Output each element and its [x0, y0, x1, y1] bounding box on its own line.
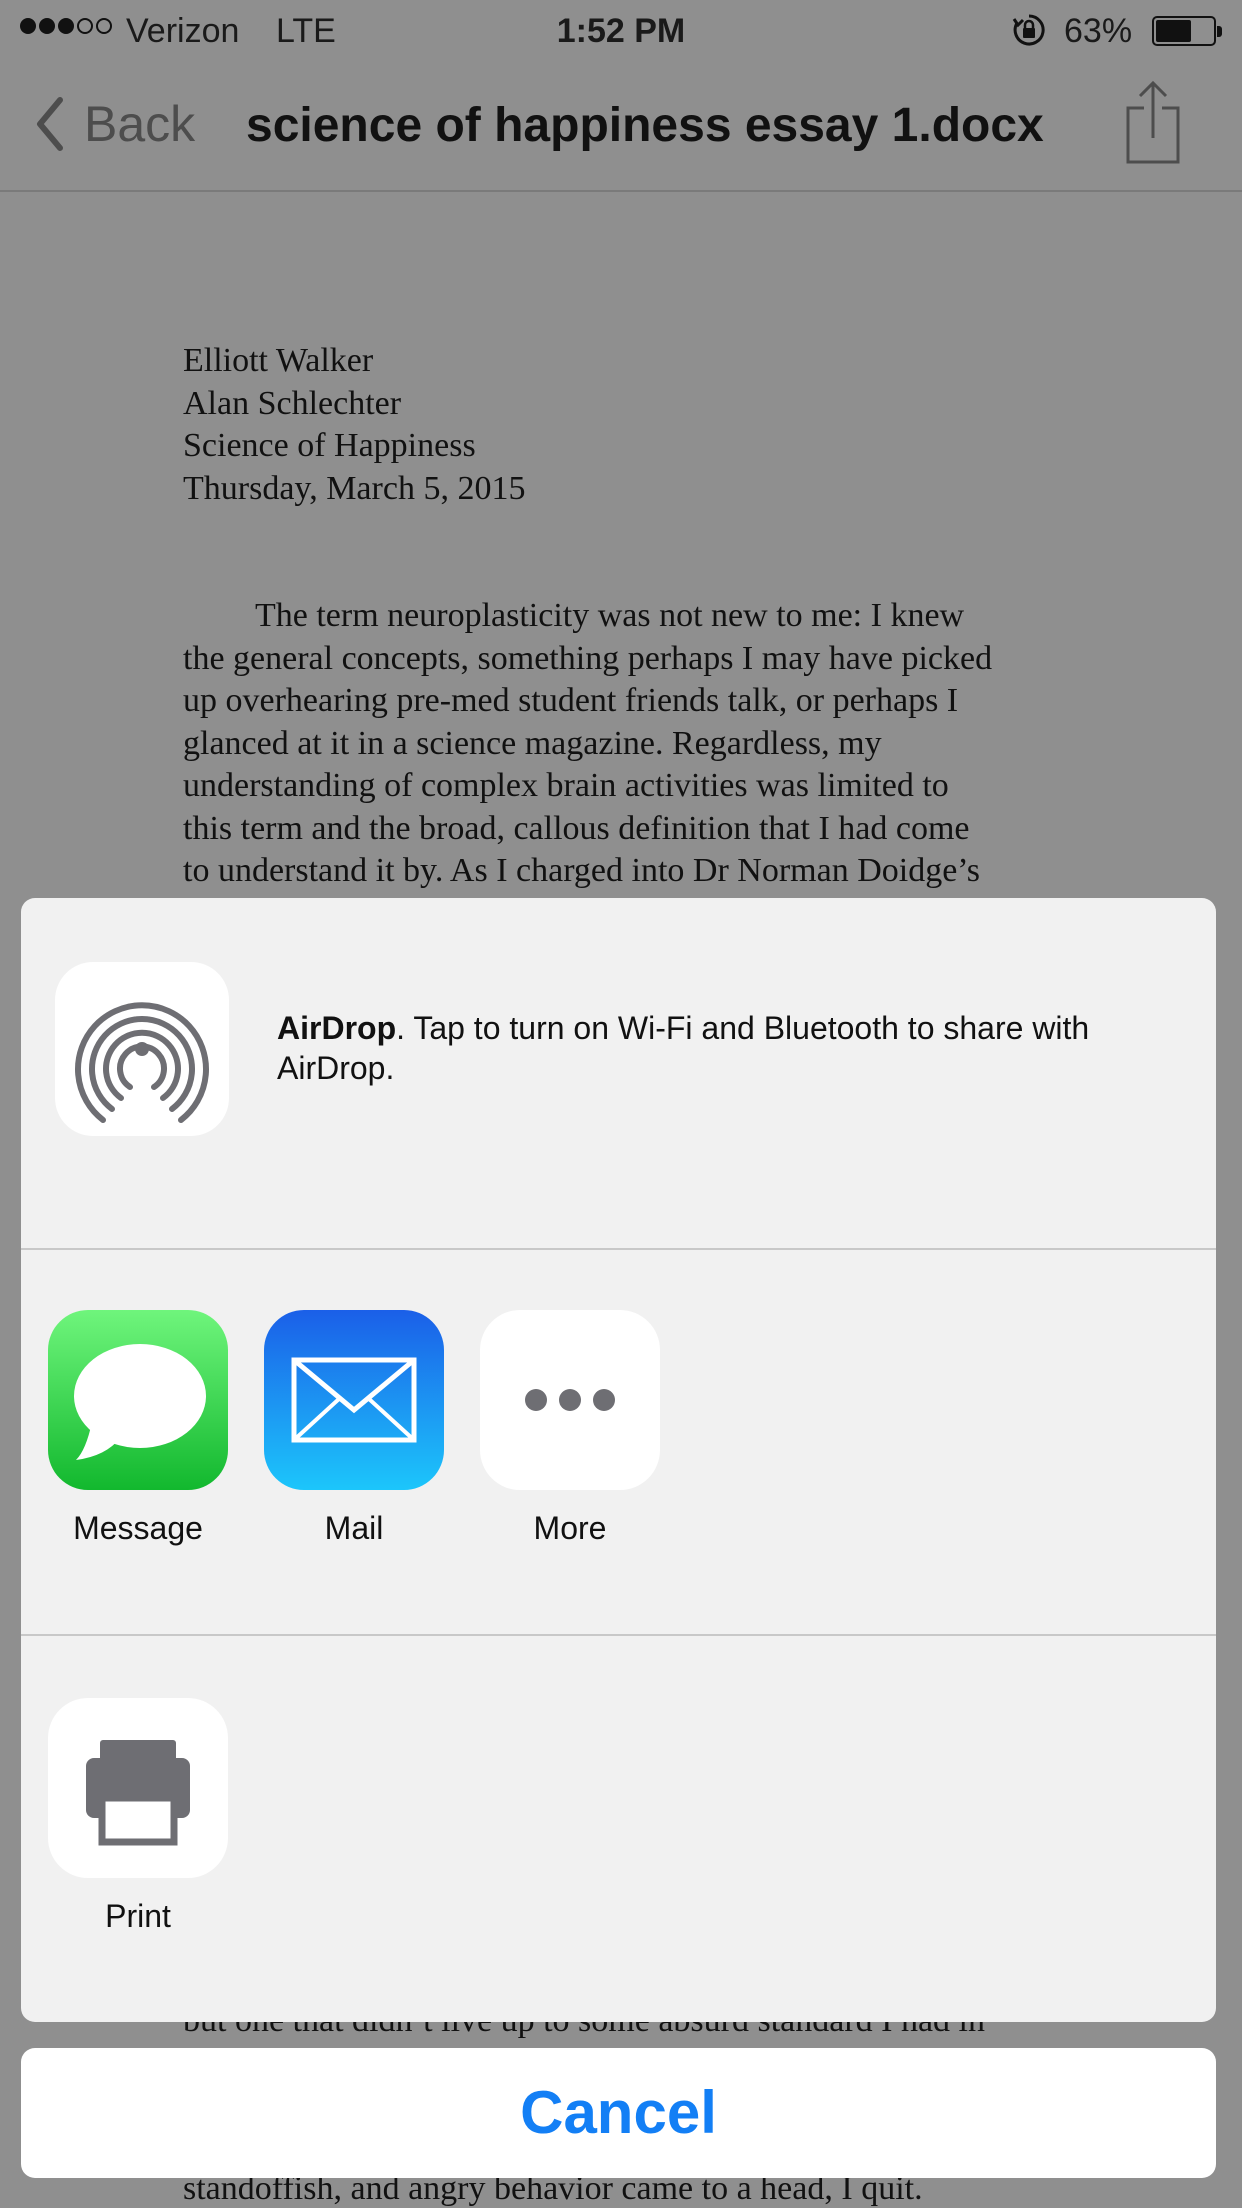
- mail-app-tile: [264, 1310, 444, 1490]
- back-button[interactable]: Back: [34, 92, 195, 156]
- print-action-tile: [48, 1698, 228, 1878]
- paragraph-line: to understand it by. As I charged into D…: [183, 852, 980, 889]
- share-action-label: Print: [105, 1898, 171, 1934]
- rotation-lock-icon: [1012, 14, 1045, 46]
- paragraph-line: The term neuroplasticity was not new to …: [255, 597, 965, 634]
- battery-icon: [1152, 16, 1222, 46]
- message-icon: [74, 1344, 206, 1460]
- message-app-tile: [48, 1310, 228, 1490]
- header-line: Thursday, March 5, 2015: [183, 469, 526, 507]
- airdrop-section: AirDrop. Tap to turn on Wi-Fi and Blueto…: [21, 898, 1216, 1248]
- document-body: Elliott Walker Alan Schlechter Science o…: [183, 340, 1083, 893]
- more-app-tile: [480, 1310, 660, 1490]
- airdrop-message: AirDrop. Tap to turn on Wi-Fi and Blueto…: [277, 1008, 1157, 1088]
- paragraph-line: the general concepts, something perhaps …: [183, 639, 993, 677]
- page-title: science of happiness essay 1.docx: [246, 99, 1044, 152]
- share-app-label: Message: [73, 1510, 203, 1546]
- airdrop-button[interactable]: [55, 962, 229, 1136]
- navigation-bar: Back science of happiness essay 1.docx: [0, 62, 1242, 192]
- status-time: 1:52 PM: [556, 12, 686, 50]
- header-line: Alan Schlechter: [183, 384, 402, 422]
- status-bar: Verizon LTE 1:52 PM 63%: [0, 0, 1242, 62]
- cancel-button[interactable]: Cancel: [21, 2048, 1216, 2178]
- mail-icon: [291, 1357, 417, 1443]
- paragraph-line: up overhearing pre-med student friends t…: [183, 682, 959, 719]
- airdrop-icon: [75, 1002, 209, 1123]
- print-icon: [86, 1740, 190, 1846]
- paragraph-line: this term and the broad, callous definit…: [183, 809, 970, 847]
- paragraph-line: understanding of complex brain activitie…: [183, 767, 949, 804]
- header-line: Science of Happiness: [183, 427, 476, 464]
- share-apps-row: Message Mail More: [21, 1250, 1216, 1634]
- more-icon: [525, 1389, 615, 1411]
- share-actions-row: Print: [21, 1636, 1216, 2022]
- share-app-label: More: [533, 1510, 607, 1546]
- chevron-left-icon: [37, 97, 63, 151]
- share-sheet: AirDrop. Tap to turn on Wi-Fi and Blueto…: [21, 898, 1216, 2022]
- document-header: Elliott Walker Alan Schlechter Science o…: [183, 340, 1083, 510]
- airdrop-description: . Tap to turn on Wi-Fi and Bluetooth to …: [277, 1010, 1090, 1086]
- header-line: Elliott Walker: [183, 342, 374, 379]
- share-icon[interactable]: [1124, 80, 1182, 166]
- share-app-more[interactable]: More: [480, 1310, 660, 1547]
- battery-percent: 63%: [1064, 12, 1133, 50]
- share-action-print[interactable]: Print: [48, 1698, 228, 1935]
- document-paragraph: The term neuroplasticity was not new to …: [183, 595, 1083, 893]
- back-label: Back: [84, 96, 196, 152]
- share-app-label: Mail: [324, 1510, 384, 1546]
- share-app-mail[interactable]: Mail: [264, 1310, 444, 1547]
- share-app-message[interactable]: Message: [48, 1310, 228, 1547]
- airdrop-title: AirDrop: [277, 1010, 397, 1046]
- paragraph-line: glanced at it in a science magazine. Reg…: [183, 724, 882, 762]
